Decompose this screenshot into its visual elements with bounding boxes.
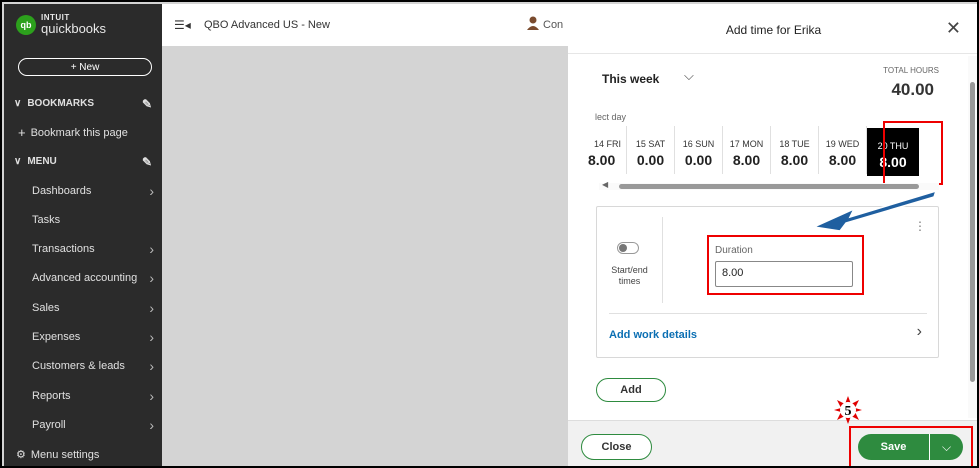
sidebar-item-label: Advanced accounting	[32, 272, 138, 285]
menu-settings[interactable]: ⚙ Menu settings	[4, 440, 162, 466]
panel-header: Add time for Erika ✕	[568, 4, 977, 54]
bookmarks-section[interactable]: ∨ BOOKMARKS ✎	[4, 89, 162, 118]
bookmarks-label: BOOKMARKS	[27, 98, 94, 109]
scrollbar-thumb[interactable]	[970, 82, 975, 382]
day-hours: 8.00	[828, 152, 857, 168]
qb-logo-icon: qb	[16, 14, 36, 35]
day-name: 16 SUN	[682, 139, 715, 149]
add-button[interactable]: Add	[596, 378, 666, 402]
highlight-box	[849, 426, 973, 466]
day-cell[interactable]: 18 TUE 8.00	[771, 126, 819, 174]
chevron-right-icon[interactable]: ›	[917, 323, 922, 341]
step-number: 5	[845, 404, 852, 419]
sidebar-item-label: Transactions	[32, 243, 95, 256]
day-name: 15 SAT	[635, 139, 666, 149]
gear-icon: ⚙	[16, 449, 26, 461]
day-cell[interactable]: 16 SUN 0.00	[675, 126, 723, 174]
sidebar-item-transactions[interactable]: Transactions ›	[4, 235, 162, 264]
chevron-right-icon: ›	[149, 329, 154, 345]
chevron-down-icon: ∨	[14, 98, 22, 109]
day-name: 14 FRI	[594, 139, 622, 149]
logo-quickbooks: quickbooks	[41, 21, 107, 36]
bookmark-this-page[interactable]: + Bookmark this page	[4, 118, 162, 147]
chevron-right-icon: ›	[149, 182, 154, 199]
chevron-down-icon[interactable]: ⌵	[684, 68, 694, 84]
day-name: 19 WED	[825, 139, 860, 149]
add-work-details-link[interactable]: Add work details	[609, 329, 697, 341]
total-hours-value: 40.00	[891, 80, 934, 99]
sidebar-item-customers-leads[interactable]: Customers & leads ›	[4, 352, 162, 381]
vertical-scrollbar[interactable]	[968, 56, 977, 418]
day-cell[interactable]: 17 MON 8.00	[723, 126, 771, 174]
sidebar-item-label: Expenses	[32, 331, 81, 343]
panel-footer: Close Save ⌵	[568, 420, 977, 466]
chevron-right-icon: ›	[149, 387, 154, 404]
week-selector-label[interactable]: This week	[602, 72, 659, 86]
sidebar-item-expenses[interactable]: Expenses ›	[4, 323, 162, 352]
pencil-icon[interactable]: ✎	[142, 155, 152, 169]
sidebar-item-tasks[interactable]: Tasks	[4, 205, 162, 234]
sidebar-item-payroll[interactable]: Payroll ›	[4, 410, 162, 439]
start-end-label: Start/end times	[611, 265, 648, 286]
menu-label: MENU	[27, 156, 57, 167]
avatar[interactable]	[527, 16, 539, 30]
chevron-right-icon: ›	[149, 270, 154, 287]
collapse-menu-icon[interactable]: ☰◂	[174, 18, 191, 32]
total-hours-label: TOTAL HOURS	[883, 66, 939, 75]
annotation-arrow-icon	[811, 189, 938, 232]
divider	[662, 217, 663, 303]
sidebar-item-reports[interactable]: Reports ›	[4, 381, 162, 410]
sidebar-item-label: Reports	[32, 389, 71, 402]
sidebar-item-label: Payroll	[32, 418, 66, 431]
menu-section[interactable]: ∨ MENU ✎	[4, 147, 162, 176]
add-time-panel: Add time for Erika ✕ This week ⌵ TOTAL H…	[568, 4, 977, 466]
screenshot-frame: qb INTUIT quickbooks + New ∨ BOOKMARKS ✎…	[0, 0, 979, 468]
menu-settings-label: Menu settings	[30, 448, 100, 461]
scroll-left-icon[interactable]: ◀	[602, 180, 608, 189]
day-hours: 8.00	[732, 152, 761, 168]
quickbooks-logo[interactable]: qb INTUIT quickbooks	[16, 14, 106, 35]
sidebar-item-label: Sales	[32, 301, 60, 314]
sidebar-item-advanced-accounting[interactable]: Advanced accounting ›	[4, 264, 162, 293]
day-hours: 0.00	[636, 152, 665, 168]
sidebar-item-label: Dashboards	[32, 184, 92, 197]
select-day-label: lect day	[595, 112, 627, 122]
bookmark-this-page-label: Bookmark this page	[30, 126, 128, 139]
new-button[interactable]: + New	[18, 58, 152, 76]
highlight-box	[707, 235, 864, 295]
sidebar-item-label: Customers & leads	[32, 360, 125, 373]
company-name: QBO Advanced US - New	[204, 19, 330, 31]
day-cell[interactable]: 15 SAT 0.00	[627, 126, 675, 174]
day-cell[interactable]: 19 WED 8.00	[819, 126, 867, 174]
sidebar-item-sales[interactable]: Sales ›	[4, 293, 162, 322]
highlight-box	[883, 121, 943, 185]
chevron-right-icon: ›	[149, 416, 154, 433]
sidebar-item-dashboards[interactable]: Dashboards ›	[4, 176, 162, 205]
chevron-right-icon: ›	[149, 358, 154, 375]
contact-text: Con	[543, 19, 564, 31]
panel-title: Add time for Erika	[725, 23, 822, 37]
plus-icon: +	[18, 125, 26, 140]
step-badge: 5	[834, 396, 862, 424]
top-bar: ☰◂ QBO Advanced US - New Con	[162, 4, 568, 46]
day-hours: 8.00	[588, 152, 616, 168]
start-end-toggle[interactable]	[617, 242, 639, 254]
day-cell[interactable]: 14 FRI 8.00	[588, 126, 627, 174]
sidebar: qb INTUIT quickbooks + New ∨ BOOKMARKS ✎…	[4, 4, 162, 466]
day-name: 18 TUE	[779, 139, 810, 149]
chevron-right-icon: ›	[149, 299, 154, 316]
chevron-right-icon: ›	[149, 241, 154, 258]
chevron-down-icon: ∨	[14, 156, 22, 167]
day-hours: 0.00	[684, 152, 713, 168]
logo-text: INTUIT quickbooks	[41, 14, 107, 36]
divider	[609, 313, 927, 314]
close-icon[interactable]: ✕	[946, 18, 961, 39]
day-name: 17 MON	[729, 139, 764, 149]
sidebar-item-label: Tasks	[32, 213, 61, 226]
day-hours: 8.00	[780, 152, 809, 168]
close-button[interactable]: Close	[581, 434, 652, 460]
pencil-icon[interactable]: ✎	[142, 97, 152, 111]
